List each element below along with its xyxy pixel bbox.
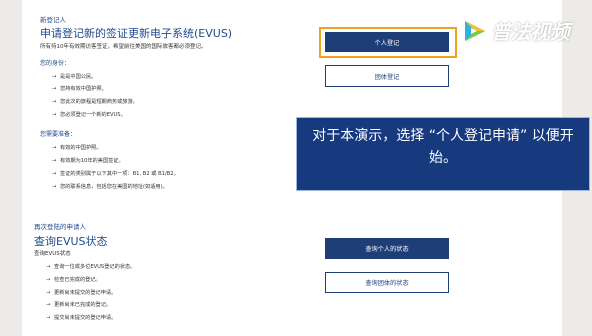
arrow-icon: → xyxy=(46,302,51,308)
arrow-icon: → xyxy=(52,99,57,105)
group-registration-button[interactable]: 团体登记 xyxy=(325,65,449,87)
list-item: → 提交尚未提交的登记申请。 xyxy=(46,315,117,321)
list-item: → 检查已完成的登记。 xyxy=(46,277,101,283)
new-registration-description: 所有持10年有效期访客签证，希望前往美国的国际旅客都必须登记。 xyxy=(40,44,207,50)
arrow-icon: → xyxy=(52,158,57,164)
arrow-icon: → xyxy=(52,145,57,151)
check-status-title: 查询EVUS状态 xyxy=(34,235,108,248)
arrow-icon: → xyxy=(52,74,57,80)
arrow-icon: → xyxy=(52,112,57,118)
new-registrant-kicker: 新登记人 xyxy=(40,16,66,24)
arrow-icon: → xyxy=(52,184,57,190)
instruction-callout: 对于本演示，选择 “个人登记申请” 以便开始。 xyxy=(296,117,590,191)
list-item: → 更新尚未已完成的登记。 xyxy=(46,302,112,308)
play-logo-icon xyxy=(465,20,485,41)
what-you-need-heading: 您需要准备： xyxy=(40,131,77,138)
list-item: → 更新尚未提交的登记申请。 xyxy=(46,290,117,296)
check-group-status-button[interactable]: 查询团体的状态 xyxy=(325,272,449,293)
list-item: → 签证的类别属于以下其中一项：B1, B2 或 B1/B2。 xyxy=(52,171,179,177)
individual-registration-button[interactable]: 个人登记 xyxy=(325,32,449,52)
list-item: → 您持有效中国护照。 xyxy=(52,86,107,92)
returning-applicants-kicker: 再次登陆的申请人 xyxy=(34,223,86,231)
list-item: → 查询一位或多位EVUS登记的状态。 xyxy=(46,264,136,270)
arrow-icon: → xyxy=(52,171,57,177)
list-item: → 有效的中国护照。 xyxy=(52,145,102,151)
watermark-logo: 普法视频 xyxy=(462,16,570,45)
new-registration-title: 申请登记新的签证更新电子系统(EVUS) xyxy=(40,27,233,40)
check-individual-status-button[interactable]: 查询个人的状态 xyxy=(325,238,449,259)
list-item: → 您此次的旅程是短期商务或旅游。 xyxy=(52,99,138,105)
list-item: → 您必须登记一个新的EVUS。 xyxy=(52,112,126,118)
arrow-icon: → xyxy=(52,86,57,92)
arrow-icon: → xyxy=(46,290,51,296)
arrow-icon: → xyxy=(46,315,51,321)
list-item: → 是是中国公民。 xyxy=(52,74,97,80)
arrow-icon: → xyxy=(46,277,51,283)
check-status-intro: 查询EVUS状态 xyxy=(34,251,71,257)
logo-text: 普法视频 xyxy=(491,20,570,44)
list-item: → 您的联系信息，包括您在美国的地址(如适用)。 xyxy=(52,184,168,190)
you-must-heading: 您的身份： xyxy=(40,60,71,67)
list-item: → 有效期为10年的美国签证。 xyxy=(52,158,124,164)
arrow-icon: → xyxy=(46,264,51,270)
